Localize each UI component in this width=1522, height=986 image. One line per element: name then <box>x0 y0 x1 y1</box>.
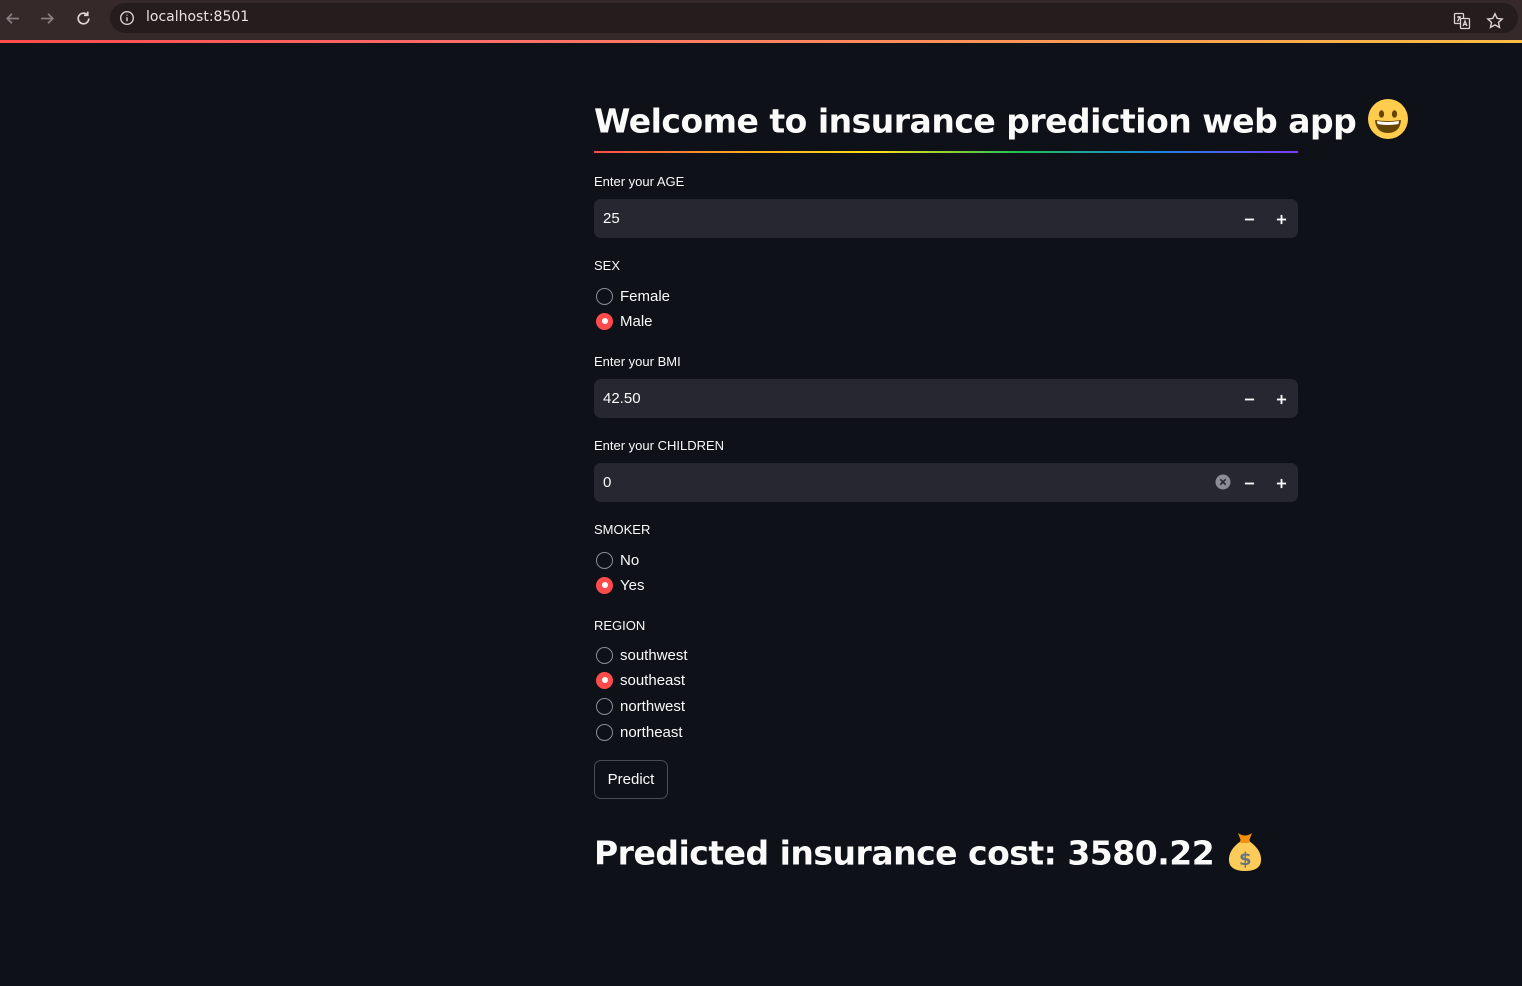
smoker-option-label: Yes <box>620 576 645 594</box>
region-option-northwest[interactable]: northwest <box>594 695 685 717</box>
radio-male-selected[interactable] <box>596 312 613 330</box>
back-arrow-icon[interactable] <box>0 6 24 30</box>
bmi-increment-button[interactable] <box>1269 387 1293 411</box>
age-number-input <box>594 199 1298 238</box>
url-text: localhost:8501 <box>146 9 250 25</box>
radio-southwest[interactable] <box>596 646 613 664</box>
sex-option-female[interactable]: Female <box>594 285 670 307</box>
bmi-label: Enter your BMI <box>594 354 681 369</box>
svg-text:$: $ <box>1239 849 1251 870</box>
age-label: Enter your AGE <box>594 174 685 189</box>
translate-icon[interactable] <box>1453 12 1471 30</box>
reload-icon[interactable] <box>71 6 95 30</box>
children-increment-button[interactable] <box>1269 471 1293 495</box>
grinning-face-icon <box>1367 98 1409 148</box>
radio-yes-selected[interactable] <box>596 576 613 594</box>
smoker-option-label: No <box>620 551 640 569</box>
children-number-input <box>594 463 1298 502</box>
smoker-label: SMOKER <box>594 522 651 537</box>
region-option-label: southwest <box>620 646 688 664</box>
app-loading-bar <box>0 40 1522 43</box>
browser-toolbar: localhost:8501 <box>0 0 1522 41</box>
region-option-southeast[interactable]: southeast <box>594 669 685 691</box>
radio-northwest[interactable] <box>596 697 613 715</box>
age-input[interactable] <box>594 199 1194 238</box>
region-option-label: southeast <box>620 671 686 689</box>
children-input[interactable] <box>594 463 1194 502</box>
page-title-text: Welcome to insurance prediction web app <box>594 101 1357 141</box>
sex-option-label: Female <box>620 287 671 305</box>
sex-label: SEX <box>594 258 621 273</box>
sex-option-male[interactable]: Male <box>594 310 653 332</box>
age-decrement-button[interactable] <box>1237 207 1261 231</box>
prediction-result-text: Predicted insurance cost: 3580.22 <box>594 833 1215 873</box>
age-increment-button[interactable] <box>1269 207 1293 231</box>
address-bar[interactable]: localhost:8501 <box>110 3 1518 33</box>
radio-southeast-selected[interactable] <box>596 671 613 689</box>
children-decrement-button[interactable] <box>1237 471 1261 495</box>
radio-female[interactable] <box>596 287 613 305</box>
title-divider <box>594 151 1298 153</box>
prediction-result: Predicted insurance cost: 3580.22 $ <box>594 830 1265 880</box>
children-label: Enter your CHILDREN <box>594 438 725 453</box>
region-label: REGION <box>594 618 646 633</box>
region-option-label: northwest <box>620 697 686 715</box>
bookmark-star-icon[interactable] <box>1486 12 1504 30</box>
radio-no[interactable] <box>596 551 613 569</box>
clear-icon[interactable] <box>1215 474 1231 490</box>
predict-button[interactable]: Predict <box>594 760 668 799</box>
site-info-icon[interactable] <box>119 10 135 26</box>
money-bag-icon: $ <box>1225 830 1265 880</box>
smoker-option-no[interactable]: No <box>594 549 639 571</box>
region-option-southwest[interactable]: southwest <box>594 644 688 666</box>
smoker-option-yes[interactable]: Yes <box>594 574 644 596</box>
radio-northeast[interactable] <box>596 723 613 741</box>
sex-option-label: Male <box>620 312 653 330</box>
bmi-number-input <box>594 379 1298 418</box>
forward-arrow-icon[interactable] <box>35 6 59 30</box>
page-title: Welcome to insurance prediction web app <box>594 98 1409 148</box>
region-option-label: northeast <box>620 723 683 741</box>
region-option-northeast[interactable]: northeast <box>594 721 683 743</box>
bmi-decrement-button[interactable] <box>1237 387 1261 411</box>
bmi-input[interactable] <box>594 379 1194 418</box>
